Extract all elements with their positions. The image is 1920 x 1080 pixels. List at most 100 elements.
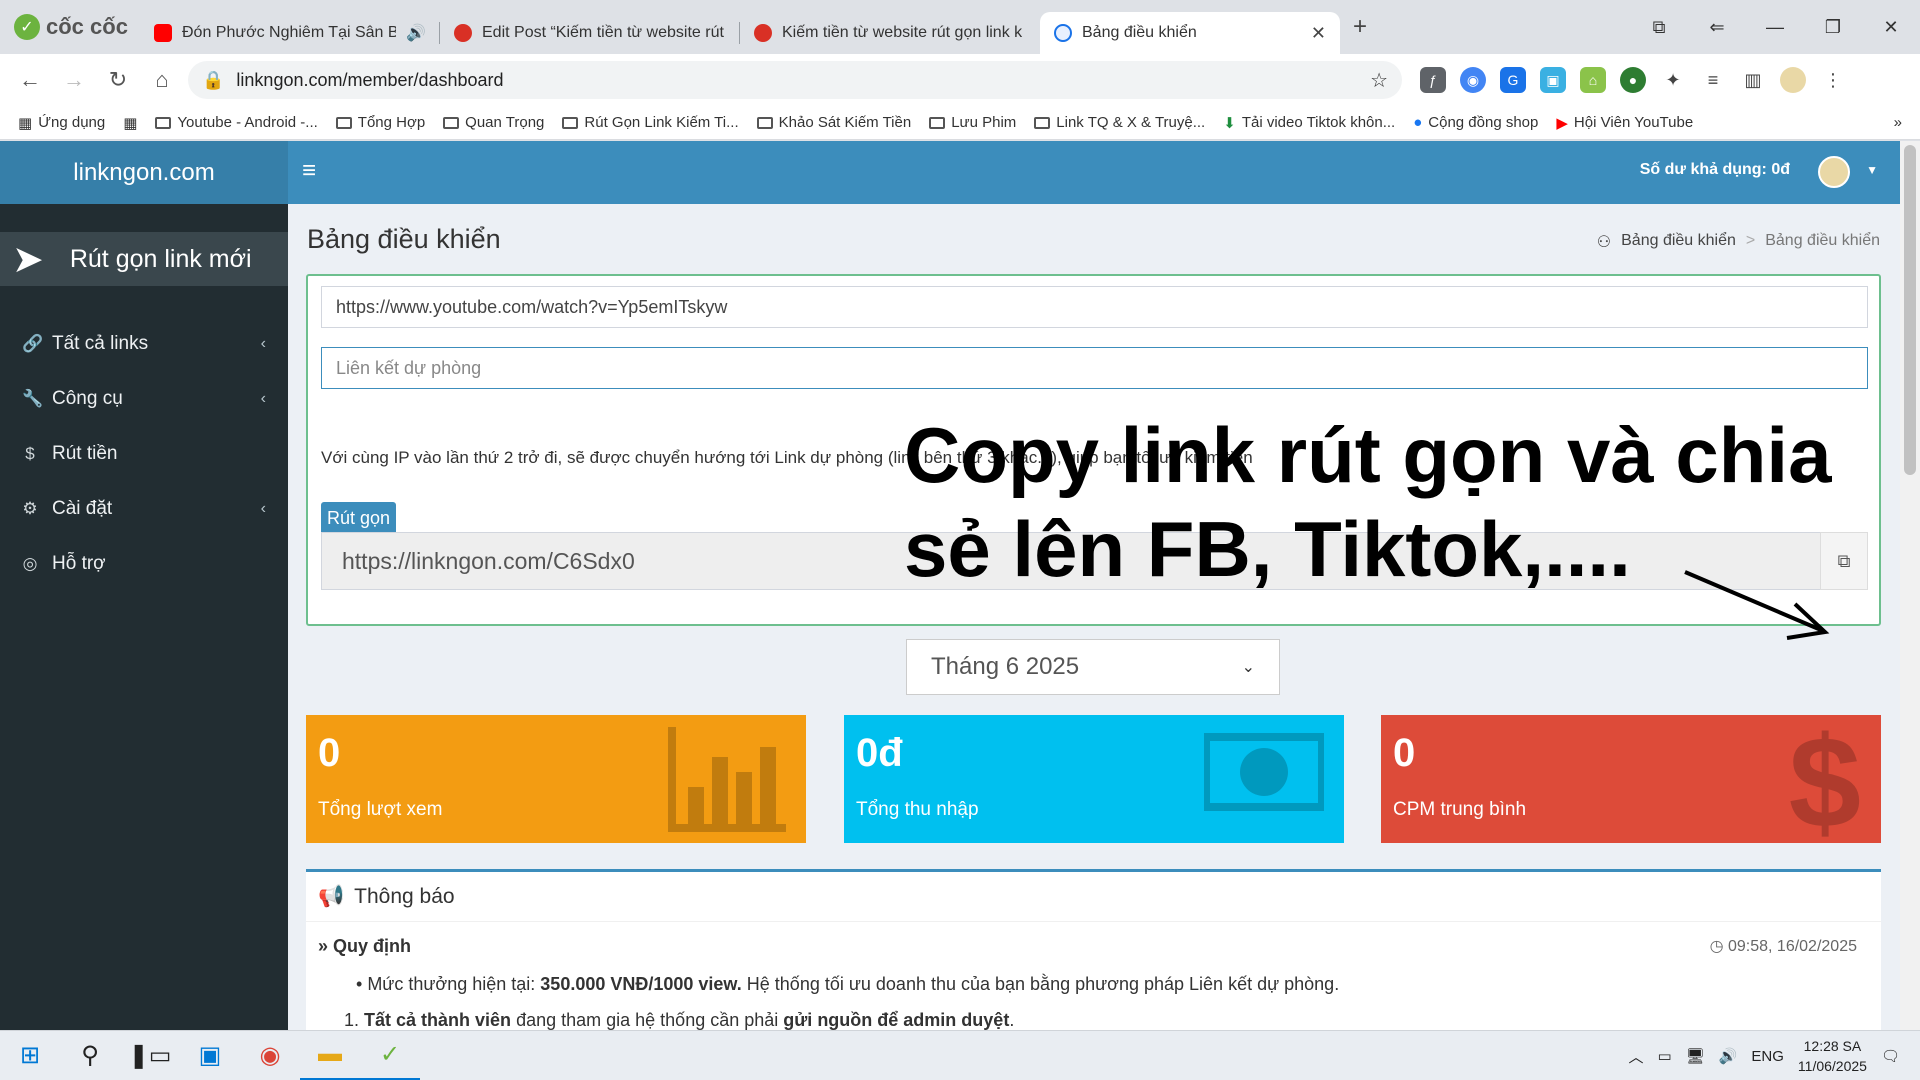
translate-icon[interactable]: G (1500, 67, 1526, 93)
reload-icon[interactable]: ↻ (100, 67, 136, 93)
bookmark-folder[interactable]: Khảo Sát Kiếm Tiền (756, 114, 911, 131)
chevron-down-icon: ⌄ (1241, 659, 1255, 676)
windows-taskbar: ⊞ ⚲ ❚▭ ▣ ◉ ▬ ✓ ︿ ▭ 🖥 🔊 ENG 12:28 SA 11/0… (0, 1030, 1920, 1080)
bookmark-star-icon[interactable]: ☆ (1370, 68, 1388, 93)
close-tab-icon[interactable]: ✕ (1311, 23, 1326, 44)
store-icon[interactable]: ▣ (180, 1031, 240, 1080)
media-icon[interactable]: ≡ (1700, 67, 1726, 93)
task-view-icon[interactable]: ❚▭ (120, 1031, 180, 1080)
file-explorer-icon[interactable]: ▬ (300, 1031, 360, 1080)
notice-box: 📢 Thông báo » Quy định ◷ 09:58, 16/02/20… (306, 869, 1881, 1030)
breadcrumb-home[interactable]: Bảng điều khiển (1621, 232, 1736, 252)
minimize-icon[interactable]: — (1746, 17, 1804, 38)
url-input[interactable]: 🔒 linkngon.com/member/dashboard ☆ (188, 61, 1402, 99)
breadcrumb-separator: > (1745, 232, 1756, 249)
bookmark-folder[interactable]: Youtube - Android -... (155, 114, 318, 131)
notification-icon[interactable]: 🗨 (1881, 1047, 1900, 1065)
clock[interactable]: 12:28 SA 11/06/2025 (1798, 1036, 1867, 1076)
speaker-icon[interactable]: 🔊 (406, 23, 426, 43)
system-tray: ︿ ▭ 🖥 🔊 ENG 12:28 SA 11/06/2025 🗨 (1628, 1031, 1920, 1080)
bookmark-facebook[interactable]: ● Cộng đồng shop (1413, 114, 1538, 131)
sidebar-item[interactable]: 🔗 Tất cả links ‹ (0, 316, 288, 371)
new-link-button[interactable]: ➤ Rút gọn link mới (0, 232, 288, 286)
bookmark-folder[interactable]: Lưu Phim (929, 114, 1016, 131)
close-window-icon[interactable]: ✕ (1862, 17, 1920, 38)
new-link-label: Rút gọn link mới (69, 244, 252, 273)
back-icon[interactable]: ← (12, 67, 48, 93)
month-select[interactable]: Tháng 6 2025 ⌄ (906, 639, 1280, 695)
coccoc-taskbar-icon[interactable]: ✓ (360, 1031, 420, 1080)
bookmark-folder[interactable]: Link TQ & X & Truyệ... (1034, 114, 1205, 131)
sidebar-item[interactable]: ◎ Hỗ trợ (0, 536, 288, 591)
profile-avatar-icon[interactable] (1780, 67, 1806, 93)
window-controls: ⧉ ⇐ — ❐ ✕ (1630, 0, 1920, 54)
scrollbar-thumb[interactable] (1904, 145, 1916, 475)
coccoc-logo[interactable]: ✓ cốc cốc (0, 0, 140, 54)
tab-title: Kiếm tiền từ website rút gọn link k (782, 24, 1023, 41)
battery-icon[interactable]: ▭ (1657, 1047, 1671, 1065)
bookmark-apps[interactable]: ▦ Ứng dụng (18, 114, 105, 132)
tab-edit-post[interactable]: Edit Post “Kiếm tiền từ website rút (440, 12, 740, 54)
long-url-input[interactable]: https://www.youtube.com/watch?v=Yp5emITs… (321, 286, 1868, 328)
tab-title: Bảng điều khiển (1082, 24, 1197, 41)
overlay-line: Copy link rút gọn và chia (904, 411, 1832, 499)
caret-down-icon[interactable]: ▼ (1866, 163, 1878, 177)
search-icon[interactable]: ⚲ (60, 1031, 120, 1080)
puzzle-icon[interactable]: ✦ (1660, 67, 1686, 93)
tab-dashboard[interactable]: Bảng điều khiển ✕ (1040, 12, 1340, 54)
stat-value: 0 (318, 731, 341, 775)
bookmark-youtube[interactable]: ▶ Hội Viên YouTube (1556, 114, 1693, 132)
stat-label: Tổng lượt xem (318, 799, 443, 820)
bookmark-folder[interactable]: Quan Trọng (443, 114, 544, 131)
extension-tv-icon[interactable]: ▣ (1540, 67, 1566, 93)
sidepanel-icon[interactable]: ▥ (1740, 67, 1766, 93)
sidebar-item[interactable]: 🔧 Công cụ ‹ (0, 371, 288, 426)
site-brand[interactable]: linkngon.com (0, 141, 288, 204)
notice-header: 📢 Thông báo (306, 872, 1881, 922)
grid-icon: ▦ (123, 114, 138, 132)
browser-tab-bar: ✓ cốc cốc Đón Phước Nghiêm Tại Sân Ba 🔊 … (0, 0, 1920, 54)
screenshot-icon[interactable]: ⧉ (1630, 17, 1688, 38)
cogs-icon: ⚙ (22, 498, 38, 518)
stat-value: 0đ (856, 731, 903, 775)
page-scrollbar[interactable] (1900, 141, 1920, 1030)
chrome-icon[interactable]: ◉ (240, 1031, 300, 1080)
volume-icon[interactable]: 🔊 (1719, 1047, 1738, 1065)
wrench-icon: 🔧 (22, 388, 44, 408)
shorten-button[interactable]: Rút gọn (321, 502, 397, 535)
backup-link-input[interactable]: Liên kết dự phòng (321, 347, 1868, 389)
forward-icon[interactable]: → (56, 67, 92, 93)
sidebar-item[interactable]: ⚙ Cài đặt ‹ (0, 481, 288, 536)
rule-time: ◷ 09:58, 16/02/2025 (1709, 938, 1857, 955)
extension-search-icon[interactable]: ◉ (1460, 67, 1486, 93)
sidebar-item[interactable]: $ Rút tiền (0, 426, 288, 481)
maximize-icon[interactable]: ❐ (1804, 17, 1862, 38)
windows-start-icon[interactable]: ⊞ (0, 1031, 60, 1080)
folder-icon (562, 116, 579, 129)
month-value: Tháng 6 2025 (931, 653, 1080, 680)
menu-dots-icon[interactable]: ⋮ (1820, 67, 1846, 93)
user-avatar[interactable] (1818, 156, 1850, 188)
extension-feather-icon[interactable]: ƒ (1420, 67, 1446, 93)
sidebar-menu: 🔗 Tất cả links ‹ 🔧 Công cụ ‹ $ Rút tiền ⚙ Cài đặt… (0, 316, 288, 591)
sidebar-item-label: Hỗ trợ (52, 552, 106, 574)
bookmark-tiktok[interactable]: ⬇ Tải video Tiktok khôn... (1223, 114, 1395, 132)
tab-youtube[interactable]: Đón Phước Nghiêm Tại Sân Ba 🔊 (140, 12, 440, 54)
extension-home-icon[interactable]: ⌂ (1580, 67, 1606, 93)
apps-grid-icon: ▦ (18, 114, 33, 132)
new-tab-icon[interactable]: + (1340, 13, 1380, 41)
network-icon[interactable]: 🖥 (1686, 1047, 1705, 1065)
bookmark-folder[interactable]: Tổng Hợp (335, 114, 425, 131)
bookmark-grid[interactable]: ▦ (123, 114, 137, 132)
bookmark-folder[interactable]: Rút Gọn Link Kiếm Ti... (562, 114, 739, 131)
hamburger-icon[interactable]: ≡ (302, 157, 316, 185)
chevron-up-icon[interactable]: ︿ (1628, 1046, 1643, 1067)
stat-income: 0đ Tổng thu nhập (844, 715, 1344, 843)
home-icon[interactable]: ⌂ (144, 67, 180, 93)
more-bookmarks-icon[interactable]: » (1894, 114, 1902, 131)
extension-globe-icon[interactable]: ● (1620, 67, 1646, 93)
tab-article[interactable]: Kiếm tiền từ website rút gọn link k (740, 12, 1040, 54)
back-history-icon[interactable]: ⇐ (1688, 17, 1746, 38)
language-indicator[interactable]: ENG (1751, 1048, 1784, 1065)
stat-label: CPM trung bình (1393, 799, 1527, 820)
